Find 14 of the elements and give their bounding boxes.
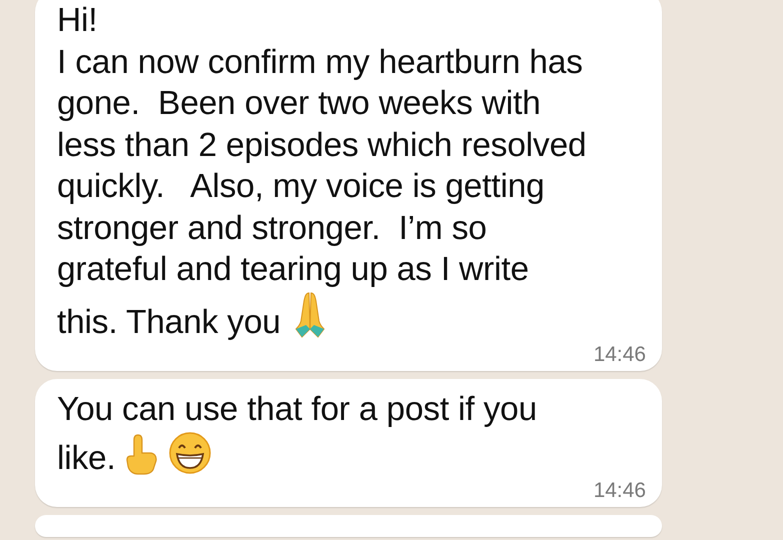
- message-line: quickly. Also, my voice is getting: [57, 168, 544, 205]
- message-line: Hi!: [57, 2, 98, 39]
- message-line: I can now confirm my heartburn has: [57, 44, 583, 80]
- pointing-hand-icon: [124, 432, 160, 474]
- message-line: gone. Been over two weeks with: [57, 85, 541, 122]
- message-line: grateful and tearing up as I write: [57, 251, 529, 288]
- message-line: like.: [57, 440, 116, 476]
- message-line: less than 2 episodes which resolved: [57, 126, 586, 164]
- message-line: You can use that for a post if you: [57, 391, 537, 428]
- message-time: 14:46: [593, 479, 646, 503]
- message-line: this. Thank you: [57, 304, 281, 340]
- grinning-face-icon: [168, 430, 212, 474]
- message-time: 14:46: [593, 343, 646, 367]
- message-line: stronger and stronger. I’m so: [57, 210, 487, 246]
